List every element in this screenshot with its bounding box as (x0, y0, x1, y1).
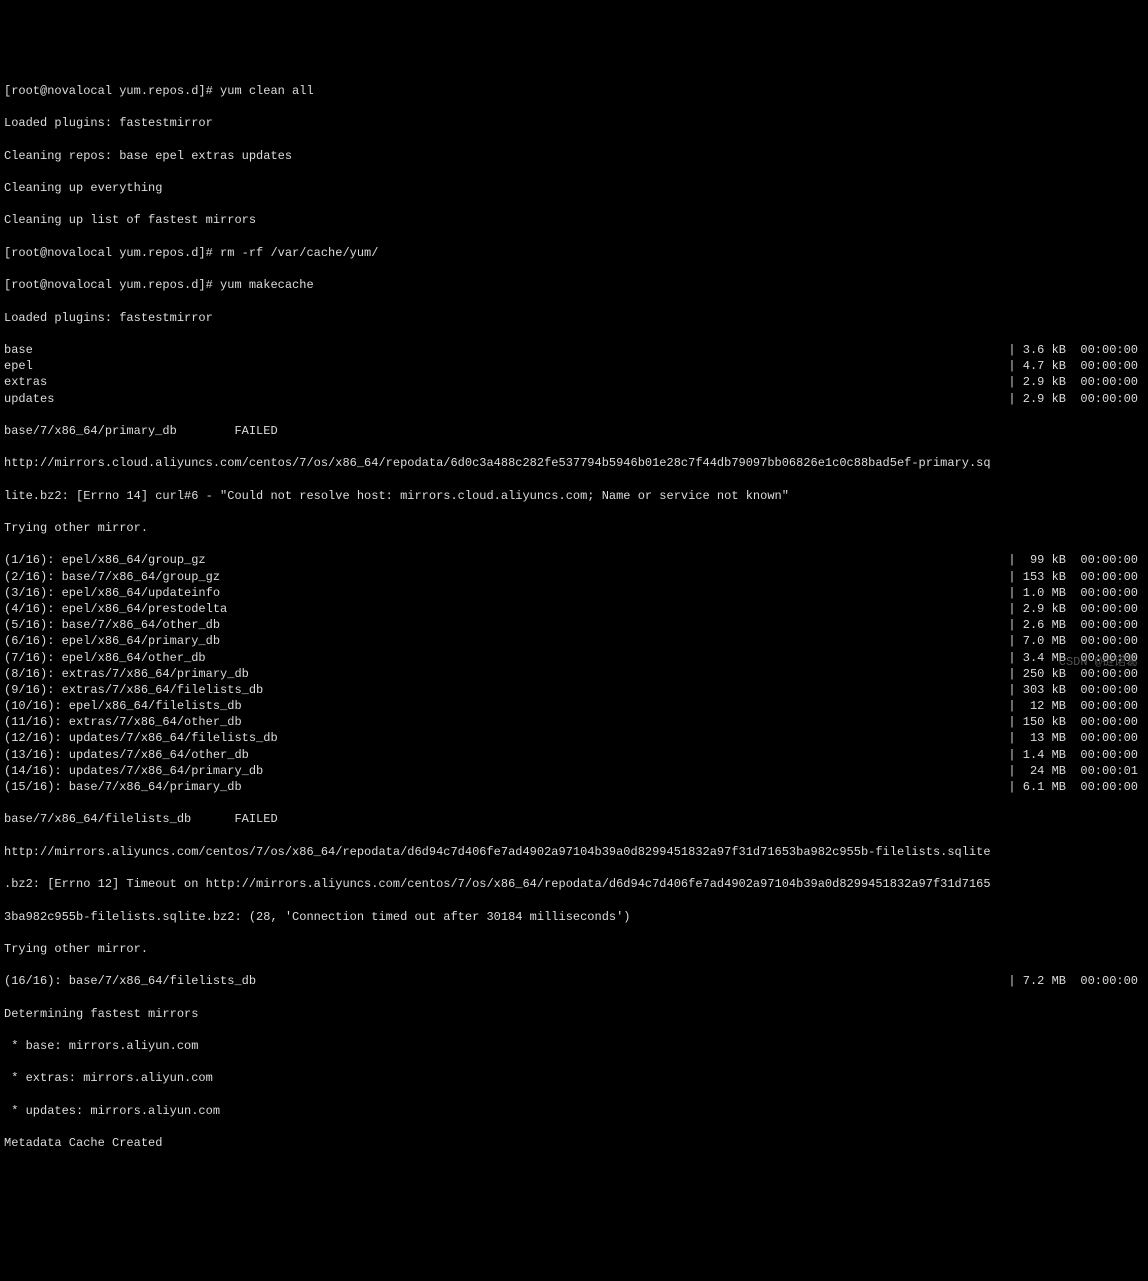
download-size: | 7.2 MB 00:00:00 (1008, 973, 1144, 989)
failed-line: base/7/x86_64/filelists_db FAILED (4, 811, 1144, 827)
download-size: | 24 MB 00:00:01 (1008, 763, 1144, 779)
download-row: (3/16): epel/x86_64/updateinfo | 1.0 MB 0… (4, 585, 1144, 601)
download-size: | 2.9 kB 00:00:00 (1008, 601, 1144, 617)
error-msg: 3ba982c955b-filelists.sqlite.bz2: (28, '… (4, 909, 1144, 925)
terminal-output[interactable]: [root@novalocal yum.repos.d]# yum clean … (4, 67, 1144, 1168)
output-line: Loaded plugins: fastestmirror (4, 115, 1144, 131)
error-msg: lite.bz2: [Errno 14] curl#6 - "Could not… (4, 488, 1144, 504)
download-row: (12/16): updates/7/x86_64/filelists_db | … (4, 730, 1144, 746)
output-line: Cleaning up everything (4, 180, 1144, 196)
download-row: (5/16): base/7/x86_64/other_db | 2.6 MB 0… (4, 617, 1144, 633)
download-size: | 6.1 MB 00:00:00 (1008, 779, 1144, 795)
mirror-line: * base: mirrors.aliyun.com (4, 1038, 1144, 1054)
error-url: http://mirrors.aliyuncs.com/centos/7/os/… (4, 844, 1144, 860)
error-url: http://mirrors.cloud.aliyuncs.com/centos… (4, 455, 1144, 471)
download-item: (2/16): base/7/x86_64/group_gz (4, 569, 220, 585)
output-line: Loaded plugins: fastestmirror (4, 310, 1144, 326)
mirror-line: * extras: mirrors.aliyun.com (4, 1070, 1144, 1086)
repo-row: extras | 2.9 kB 00:00:00 (4, 374, 1144, 390)
output-line: Metadata Cache Created (4, 1135, 1144, 1151)
repo-size: | 2.9 kB 00:00:00 (1008, 391, 1144, 407)
repo-row: updates | 2.9 kB 00:00:00 (4, 391, 1144, 407)
download-row: (11/16): extras/7/x86_64/other_db | 150 k… (4, 714, 1144, 730)
download-size: | 1.4 MB 00:00:00 (1008, 747, 1144, 763)
repo-row: base | 3.6 kB 00:00:00 (4, 342, 1144, 358)
download-size: | 2.6 MB 00:00:00 (1008, 617, 1144, 633)
download-item: (16/16): base/7/x86_64/filelists_db (4, 973, 256, 989)
repo-size: | 4.7 kB 00:00:00 (1008, 358, 1144, 374)
download-row: (14/16): updates/7/x86_64/primary_db | 24… (4, 763, 1144, 779)
repo-row: epel | 4.7 kB 00:00:00 (4, 358, 1144, 374)
download-item: (12/16): updates/7/x86_64/filelists_db (4, 730, 278, 746)
mirror-line: * updates: mirrors.aliyun.com (4, 1103, 1144, 1119)
prompt-line: [root@novalocal yum.repos.d]# yum clean … (4, 83, 1144, 99)
repo-name: updates (4, 391, 54, 407)
download-item: (14/16): updates/7/x86_64/primary_db (4, 763, 263, 779)
download-size: | 1.0 MB 00:00:00 (1008, 585, 1144, 601)
download-item: (6/16): epel/x86_64/primary_db (4, 633, 220, 649)
download-item: (15/16): base/7/x86_64/primary_db (4, 779, 242, 795)
output-line: Cleaning up list of fastest mirrors (4, 212, 1144, 228)
download-row: (2/16): base/7/x86_64/group_gz | 153 kB 0… (4, 569, 1144, 585)
error-msg: .bz2: [Errno 12] Timeout on http://mirro… (4, 876, 1144, 892)
download-size: | 153 kB 00:00:00 (1008, 569, 1144, 585)
download-item: (4/16): epel/x86_64/prestodelta (4, 601, 227, 617)
download-size: | 150 kB 00:00:00 (1008, 714, 1144, 730)
output-line: Trying other mirror. (4, 941, 1144, 957)
repo-name: extras (4, 374, 47, 390)
download-size: | 7.0 MB 00:00:00 (1008, 633, 1144, 649)
download-row: (7/16): epel/x86_64/other_db| 3.4 MB 00:… (4, 650, 1144, 666)
download-row: (13/16): updates/7/x86_64/other_db | 1.4 … (4, 747, 1144, 763)
prompt-line: [root@novalocal yum.repos.d]# yum makeca… (4, 277, 1144, 293)
output-line: Determining fastest mirrors (4, 1006, 1144, 1022)
download-size: | 13 MB 00:00:00 (1008, 730, 1144, 746)
download-row: (6/16): epel/x86_64/primary_db | 7.0 MB 0… (4, 633, 1144, 649)
watermark: CSDN @链诺葛 (1059, 654, 1138, 670)
download-row: (15/16): base/7/x86_64/primary_db | 6.1 M… (4, 779, 1144, 795)
download-row: (4/16): epel/x86_64/prestodelta | 2.9 kB … (4, 601, 1144, 617)
download-item: (7/16): epel/x86_64/other_db (4, 650, 206, 666)
repo-size: | 3.6 kB 00:00:00 (1008, 342, 1144, 358)
download-row: (10/16): epel/x86_64/filelists_db | 12 MB… (4, 698, 1144, 714)
repo-size: | 2.9 kB 00:00:00 (1008, 374, 1144, 390)
download-item: (1/16): epel/x86_64/group_gz (4, 552, 206, 568)
prompt-line: [root@novalocal yum.repos.d]# rm -rf /va… (4, 245, 1144, 261)
download-item: (5/16): base/7/x86_64/other_db (4, 617, 220, 633)
repo-name: base (4, 342, 33, 358)
failed-line: base/7/x86_64/primary_db FAILED (4, 423, 1144, 439)
download-item: (9/16): extras/7/x86_64/filelists_db (4, 682, 263, 698)
download-size: | 303 kB 00:00:00 (1008, 682, 1144, 698)
download-item: (3/16): epel/x86_64/updateinfo (4, 585, 220, 601)
output-line: Cleaning repos: base epel extras updates (4, 148, 1144, 164)
download-row: (9/16): extras/7/x86_64/filelists_db | 30… (4, 682, 1144, 698)
download-item: (13/16): updates/7/x86_64/other_db (4, 747, 249, 763)
download-item: (11/16): extras/7/x86_64/other_db (4, 714, 242, 730)
repo-name: epel (4, 358, 33, 374)
download-row: (8/16): extras/7/x86_64/primary_db| 250 … (4, 666, 1144, 682)
download-row: (16/16): base/7/x86_64/filelists_db | 7.2… (4, 973, 1144, 989)
download-size: | 12 MB 00:00:00 (1008, 698, 1144, 714)
download-item: (10/16): epel/x86_64/filelists_db (4, 698, 242, 714)
download-row: (1/16): epel/x86_64/group_gz | 99 kB 00:0… (4, 552, 1144, 568)
download-size: | 99 kB 00:00:00 (1008, 552, 1144, 568)
output-line: Trying other mirror. (4, 520, 1144, 536)
download-item: (8/16): extras/7/x86_64/primary_db (4, 666, 249, 682)
